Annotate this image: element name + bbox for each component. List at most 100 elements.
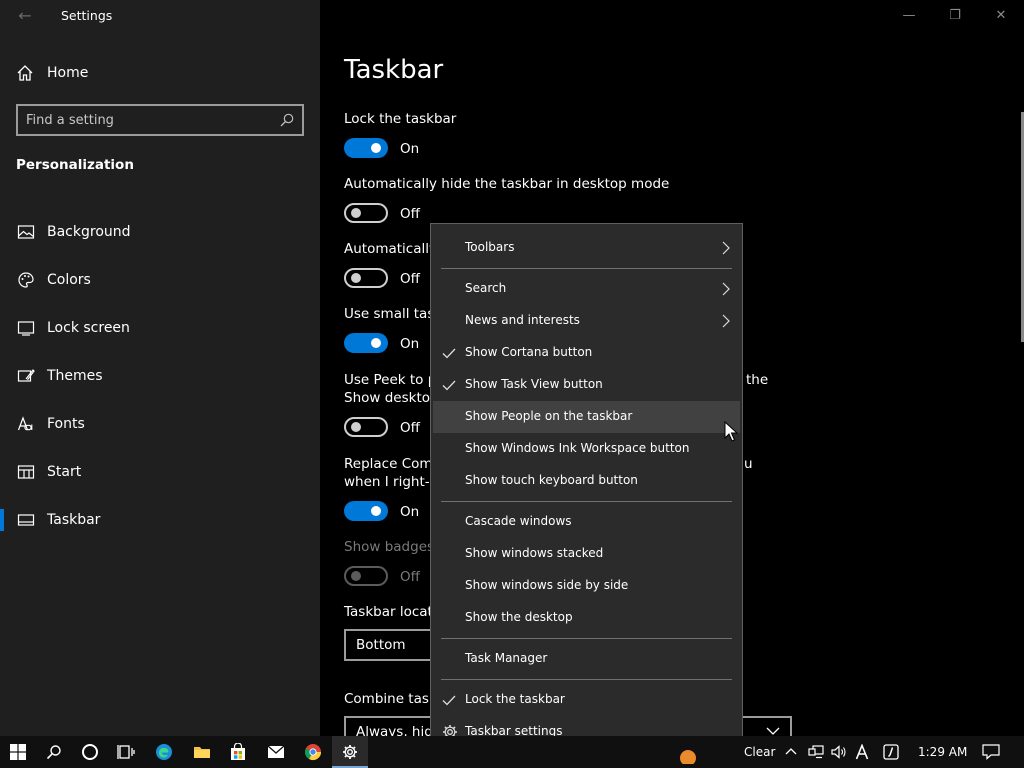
- back-button[interactable]: ←: [14, 6, 36, 26]
- sidebar-item-lock-screen[interactable]: Lock screen: [0, 304, 320, 352]
- peek-toggle[interactable]: [344, 417, 388, 437]
- menu-item-label: Show People on the taskbar: [465, 409, 633, 423]
- menu-item-windows-side-by-side[interactable]: Show windows side by side: [433, 570, 740, 602]
- volume-icon[interactable]: [831, 745, 847, 759]
- toggle-state-text: On: [400, 336, 420, 352]
- start-button[interactable]: [0, 736, 36, 768]
- windows-ink-icon[interactable]: [883, 744, 899, 760]
- clock[interactable]: 1:29 AM: [918, 745, 967, 759]
- toggle-state-text: On: [400, 504, 420, 520]
- app-title: Settings: [61, 8, 113, 23]
- setting-label-combine: Combine task: [344, 691, 437, 707]
- setting-label-badges: Show badges: [344, 539, 435, 555]
- auto-hide-desktop-toggle[interactable]: [344, 203, 388, 223]
- checkmark-icon: [442, 380, 456, 391]
- chrome-button[interactable]: [295, 736, 331, 768]
- menu-item-label: Search: [465, 281, 507, 295]
- toggle-knob: [351, 571, 361, 581]
- menu-item-show-desktop[interactable]: Show the desktop: [433, 602, 740, 634]
- file-explorer-icon: [194, 747, 210, 758]
- menu-item-show-ink-workspace[interactable]: Show Windows Ink Workspace button: [433, 433, 740, 465]
- file-explorer-button[interactable]: [184, 736, 220, 768]
- find-setting-search-box[interactable]: [16, 104, 304, 136]
- task-view-button[interactable]: [108, 736, 144, 768]
- sidebar-item-taskbar[interactable]: Taskbar: [0, 496, 320, 544]
- toggle-knob: [351, 422, 361, 432]
- menu-item-label: Show windows stacked: [465, 546, 604, 560]
- home-nav-item[interactable]: Home: [16, 62, 88, 84]
- search-icon[interactable]: [280, 113, 294, 127]
- menu-item-show-task-view[interactable]: Show Task View button: [433, 369, 740, 401]
- store-icon: [231, 743, 245, 760]
- menu-item-news-and-interests[interactable]: News and interests: [433, 305, 740, 337]
- sidebar-item-label: Colors: [47, 272, 91, 288]
- mail-button[interactable]: [258, 736, 294, 768]
- language-input-icon[interactable]: [855, 744, 869, 760]
- menu-separator: [441, 638, 732, 639]
- menu-item-windows-stacked[interactable]: Show windows stacked: [433, 538, 740, 570]
- weather-text[interactable]: Clear: [744, 745, 775, 759]
- menu-item-label: Show windows side by side: [465, 578, 629, 592]
- dropdown-value: Bottom: [356, 637, 406, 653]
- sidebar-item-background[interactable]: Background: [0, 208, 320, 256]
- menu-item-show-touch-keyboard[interactable]: Show touch keyboard button: [433, 465, 740, 497]
- sidebar-item-fonts[interactable]: Fonts: [0, 400, 320, 448]
- setting-label-peek-line2: Show desktop: [344, 390, 439, 406]
- taskbar-search-button[interactable]: [36, 736, 72, 768]
- taskbar-context-menu: Toolbars Search News and interests Show …: [430, 223, 743, 758]
- dropdown-value: Always, hide: [356, 724, 442, 736]
- menu-item-toolbars[interactable]: Toolbars: [433, 232, 740, 264]
- toggle-knob: [371, 143, 381, 153]
- auto-hide-tablet-toggle[interactable]: [344, 268, 388, 288]
- toggle-state-text: Off: [400, 569, 420, 585]
- checkmark-icon: [442, 695, 456, 706]
- menu-item-label: Show touch keyboard button: [465, 473, 638, 487]
- maximize-button[interactable]: ❐: [932, 4, 978, 28]
- menu-item-search[interactable]: Search: [433, 273, 740, 305]
- setting-label-peek-suffix: the: [746, 372, 769, 388]
- toggle-state-text: On: [400, 141, 420, 157]
- sidebar-item-colors[interactable]: Colors: [0, 256, 320, 304]
- menu-item-label: Show Task View button: [465, 377, 603, 391]
- edge-button[interactable]: [146, 736, 182, 768]
- minimize-button[interactable]: —: [886, 4, 932, 28]
- menu-item-lock-taskbar[interactable]: Lock the taskbar: [433, 684, 740, 716]
- menu-item-show-people[interactable]: Show People on the taskbar: [433, 401, 740, 433]
- chrome-icon: [304, 744, 322, 761]
- lock-taskbar-toggle[interactable]: [344, 138, 388, 158]
- sidebar-item-start[interactable]: Start: [0, 448, 320, 496]
- search-icon: [46, 745, 61, 760]
- menu-item-cascade-windows[interactable]: Cascade windows: [433, 506, 740, 538]
- chevron-right-icon: [722, 314, 730, 328]
- toggle-state-text: Off: [400, 206, 420, 222]
- cortana-button[interactable]: [72, 736, 108, 768]
- sidebar-item-label: Themes: [47, 368, 103, 384]
- network-icon[interactable]: [808, 745, 824, 759]
- close-button[interactable]: ✕: [978, 4, 1024, 28]
- menu-item-task-manager[interactable]: Task Manager: [433, 643, 740, 675]
- menu-item-label: Toolbars: [465, 240, 515, 254]
- windows-taskbar: Clear 1:29 AM: [0, 736, 1024, 768]
- small-buttons-toggle[interactable]: [344, 333, 388, 353]
- chevron-up-icon[interactable]: [785, 746, 797, 756]
- sidebar-item-themes[interactable]: Themes: [0, 352, 320, 400]
- notifications-icon[interactable]: [982, 744, 1000, 760]
- fonts-icon: [17, 416, 33, 431]
- setting-label-powershell-line2: when I right-c: [344, 474, 438, 490]
- themes-icon: [17, 369, 35, 382]
- settings-taskbar-button[interactable]: [332, 736, 368, 768]
- home-label: Home: [47, 65, 89, 81]
- sidebar-nav: Background Colors Lock screen Themes Fon…: [0, 208, 320, 544]
- setting-label-lock-taskbar: Lock the taskbar: [344, 111, 457, 127]
- powershell-toggle[interactable]: [344, 501, 388, 521]
- weather-icon[interactable]: [678, 744, 698, 764]
- find-setting-input[interactable]: [26, 111, 276, 129]
- setting-label-peek: Use Peek to p: [344, 372, 437, 388]
- selection-indicator: [0, 509, 4, 531]
- menu-item-show-cortana[interactable]: Show Cortana button: [433, 337, 740, 369]
- cortana-icon: [82, 744, 98, 760]
- menu-item-label: Show the desktop: [465, 610, 573, 624]
- menu-separator: [441, 679, 732, 680]
- store-button[interactable]: [220, 736, 256, 768]
- setting-label-auto-hide-tablet: Automatically: [344, 241, 437, 257]
